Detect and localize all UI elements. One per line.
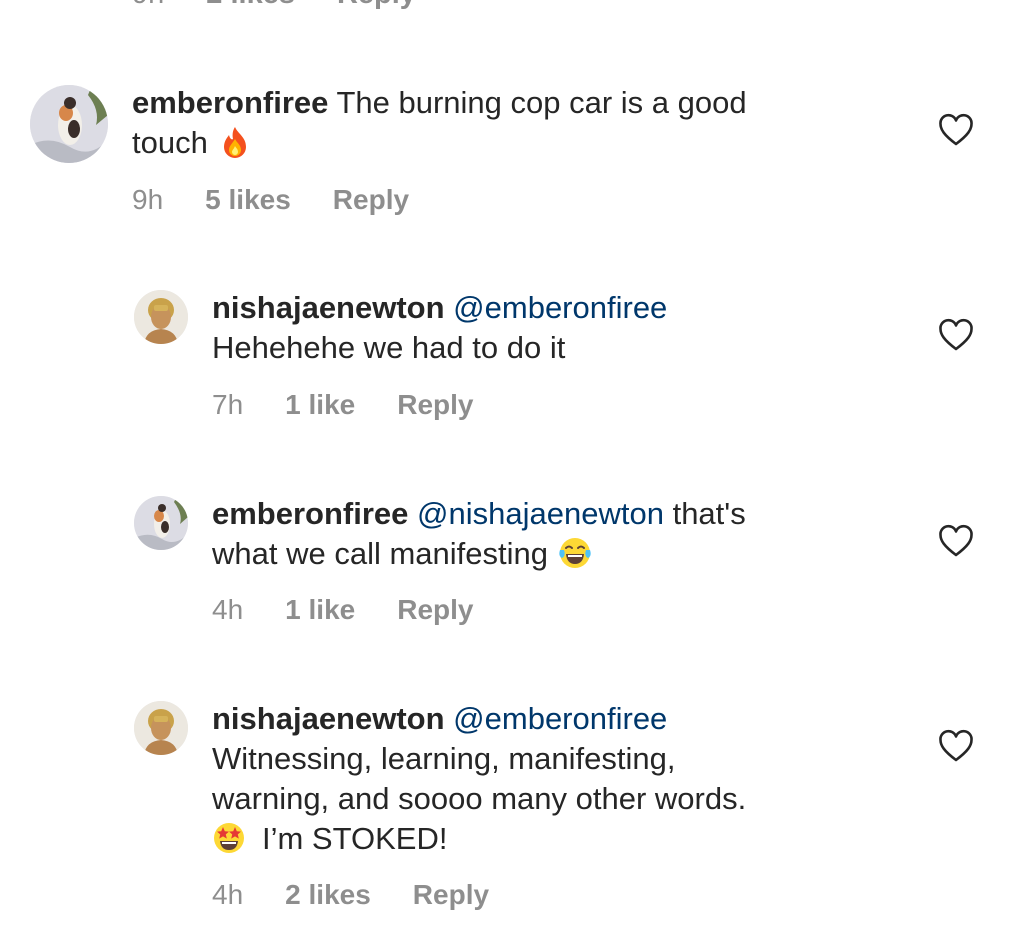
- person-illustration-icon: [134, 701, 188, 755]
- comment-time: 9h: [132, 184, 164, 215]
- comment-body: what we call manifesting: [212, 536, 548, 571]
- comment-username[interactable]: emberonfiree: [212, 496, 408, 531]
- comment-body: Witnessing, learning, manifesting,: [212, 741, 676, 776]
- like-count[interactable]: 1 like: [285, 389, 355, 421]
- comment-username[interactable]: nishajaenewton: [212, 701, 445, 736]
- comment-meta: 4h 1 like Reply: [212, 594, 473, 626]
- comment-time: 7h: [212, 389, 244, 420]
- comment-meta: 4h 2 likes Reply: [212, 879, 489, 911]
- comment-time: 4h: [212, 879, 244, 910]
- star-struck-emoji: [212, 821, 246, 855]
- avatar[interactable]: [30, 85, 108, 163]
- comment-username[interactable]: emberonfiree: [132, 85, 328, 120]
- avatar[interactable]: [134, 496, 188, 550]
- comment-text-line: what we call manifesting: [212, 534, 592, 574]
- comment-body: touch: [132, 125, 208, 160]
- partial-comment-meta: 9h 2 likes Reply: [132, 0, 416, 10]
- comment-text: emberonfiree The burning cop car is a go…: [132, 83, 747, 123]
- heart-outline-icon: [939, 524, 973, 557]
- comment-body: warning, and soooo many other words.: [212, 781, 747, 816]
- comment-text: nishajaenewton @emberonfiree: [212, 288, 667, 328]
- fire-emoji: [218, 125, 252, 159]
- comment-time: 4h: [212, 594, 244, 625]
- avatar[interactable]: [134, 701, 188, 755]
- comment-text-line: touch: [132, 123, 252, 163]
- comment-text: nishajaenewton @emberonfiree: [212, 699, 667, 739]
- reply-button[interactable]: Reply: [397, 594, 473, 626]
- comment-body: I’m STOKED!: [262, 821, 448, 856]
- comment-time: 9h: [132, 0, 164, 10]
- avatar[interactable]: [134, 290, 188, 344]
- like-button[interactable]: [938, 318, 974, 352]
- like-button[interactable]: [938, 729, 974, 763]
- mention-link[interactable]: @emberonfiree: [453, 290, 667, 325]
- comment-body: The burning cop car is a good: [336, 85, 747, 120]
- mention-link[interactable]: @nishajaenewton: [417, 496, 664, 531]
- like-button[interactable]: [938, 524, 974, 558]
- heart-outline-icon: [939, 318, 973, 351]
- like-count[interactable]: 2 likes: [206, 0, 295, 10]
- comment-meta: 7h 1 like Reply: [212, 389, 473, 421]
- like-count[interactable]: 2 likes: [285, 879, 371, 911]
- like-count[interactable]: 5 likes: [205, 184, 291, 216]
- mention-link[interactable]: @emberonfiree: [453, 701, 667, 736]
- reply-button[interactable]: Reply: [333, 184, 409, 216]
- person-illustration-icon: [134, 290, 188, 344]
- reply-button[interactable]: Reply: [337, 0, 416, 10]
- like-button[interactable]: [938, 113, 974, 147]
- heart-outline-icon: [939, 729, 973, 762]
- comment-text-line: I’m STOKED!: [212, 819, 447, 859]
- cat-photo-icon: [134, 496, 188, 550]
- reply-button[interactable]: Reply: [413, 879, 489, 911]
- comment-username[interactable]: nishajaenewton: [212, 290, 445, 325]
- comment-text: emberonfiree @nishajaenewton that's: [212, 494, 746, 534]
- tears-of-joy-emoji: [558, 536, 592, 570]
- cat-photo-icon: [30, 85, 108, 163]
- comment-body: Hehehehe we had to do it: [212, 330, 566, 365]
- reply-button[interactable]: Reply: [397, 389, 473, 421]
- heart-outline-icon: [939, 113, 973, 146]
- like-count[interactable]: 1 like: [285, 594, 355, 626]
- comment-meta: 9h 5 likes Reply: [132, 184, 409, 216]
- comment-body: that's: [672, 496, 746, 531]
